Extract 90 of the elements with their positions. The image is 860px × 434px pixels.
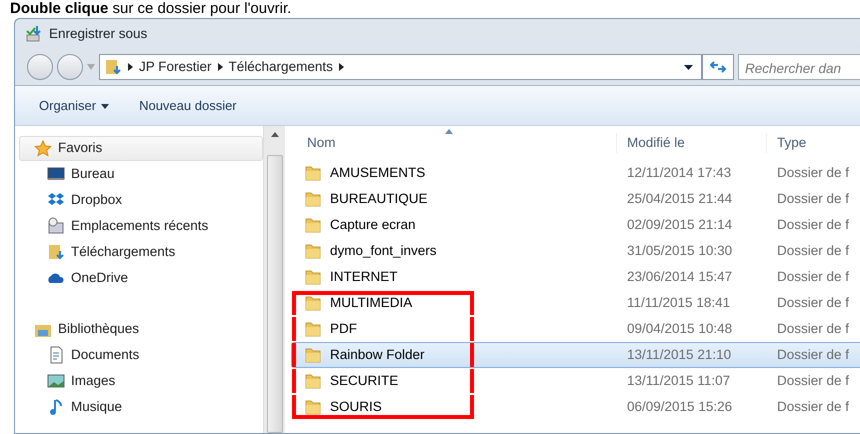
file-row[interactable]: AMUSEMENTS 12/11/2014 17:43 Dossier de f <box>291 160 860 186</box>
sidebar-group-header[interactable]: Favoris <box>19 136 263 161</box>
history-dropdown-icon[interactable] <box>87 64 95 70</box>
sidebar-item[interactable]: Images <box>19 368 263 394</box>
address-bar[interactable]: JP Forestier Téléchargements <box>99 54 702 80</box>
sidebar-item[interactable]: Dropbox <box>19 187 263 213</box>
column-header[interactable]: Modifié le <box>616 132 766 154</box>
modified-date: 25/04/2015 21:44 <box>626 190 734 208</box>
monitor-icon <box>47 165 65 183</box>
sidebar-item[interactable]: Documents <box>19 342 263 368</box>
breadcrumb-item[interactable]: JP Forestier <box>139 56 212 78</box>
file-name: SOURIS <box>330 398 382 416</box>
folder-icon <box>304 190 322 208</box>
back-button[interactable] <box>27 54 53 80</box>
modified-date: 02/09/2015 21:14 <box>626 216 734 234</box>
modified-date: 31/05/2015 10:30 <box>626 242 734 260</box>
modified-date: 11/11/2015 18:41 <box>626 294 732 312</box>
toolbar-button[interactable]: Nouveau dossier <box>135 94 241 118</box>
recent-places-icon <box>47 217 65 235</box>
search-field[interactable]: Rechercher dan <box>738 54 860 80</box>
file-row[interactable]: BUREAUTIQUE 25/04/2015 21:44 Dossier de f <box>291 186 860 212</box>
save-icon <box>25 25 43 43</box>
file-name: SECURITE <box>330 372 398 390</box>
file-row[interactable]: INTERNET 23/06/2014 15:47 Dossier de f <box>291 264 860 290</box>
modified-date: 12/11/2014 17:43 <box>626 164 732 182</box>
file-type: Dossier de f <box>776 242 850 260</box>
modified-date: 13/11/2015 21:10 <box>626 346 732 364</box>
file-name: MULTIMEDIA <box>330 294 412 312</box>
refresh-icon[interactable] <box>709 60 727 74</box>
file-row[interactable]: SECURITE 13/11/2015 11:07 Dossier de f <box>291 368 860 394</box>
file-row[interactable]: MULTIMEDIA 11/11/2015 18:41 Dossier de f <box>291 290 860 316</box>
folder-icon <box>304 320 322 338</box>
folder-icon <box>304 294 322 312</box>
dropdown-icon <box>684 64 693 70</box>
file-row[interactable]: dymo_font_invers 31/05/2015 10:30 Dossier de f <box>291 238 860 264</box>
sidebar-item[interactable]: Téléchargements <box>19 239 263 265</box>
folder-icon <box>304 346 322 364</box>
image-icon <box>47 372 65 390</box>
folder-icon <box>304 216 322 234</box>
file-type: Dossier de f <box>776 346 850 364</box>
modified-date: 23/06/2014 15:47 <box>626 268 734 286</box>
caption-text: Double clique sur ce dossier pour l'ouvrir. <box>9 0 292 18</box>
star-icon <box>34 140 52 158</box>
file-type: Dossier de f <box>776 372 850 390</box>
file-type: Dossier de f <box>776 216 850 234</box>
forward-button[interactable] <box>57 54 83 80</box>
scroll-up-icon[interactable] <box>270 132 278 137</box>
folder-icon <box>304 268 322 286</box>
chevron-icon <box>128 63 133 71</box>
file-name: AMUSEMENTS <box>330 164 426 182</box>
modified-date: 06/09/2015 15:26 <box>626 398 734 416</box>
file-type: Dossier de f <box>776 294 850 312</box>
chevron-icon <box>338 63 344 71</box>
chevron-icon <box>218 63 223 71</box>
folder-download-icon <box>47 243 65 261</box>
modified-date: 13/11/2015 11:07 <box>626 372 732 390</box>
file-name: Capture ecran <box>330 216 416 234</box>
file-type: Dossier de f <box>776 268 850 286</box>
file-name: Rainbow Folder <box>330 346 425 364</box>
sidebar-group-header[interactable]: Bibliothèques <box>19 317 263 342</box>
column-header[interactable]: Type <box>766 132 860 154</box>
sort-arrow-icon <box>445 129 453 134</box>
file-type: Dossier de f <box>776 190 850 208</box>
window-title: Enregistrer sous <box>49 24 148 43</box>
folder-icon <box>304 398 322 416</box>
file-row[interactable]: Capture ecran 02/09/2015 21:14 Dossier de f <box>291 212 860 238</box>
scrollbar-thumb[interactable] <box>266 155 282 433</box>
file-name: dymo_font_invers <box>330 242 437 260</box>
folder-icon <box>304 164 322 182</box>
file-name: PDF <box>330 320 357 338</box>
sidebar-item[interactable]: OneDrive <box>19 265 263 291</box>
file-name: INTERNET <box>330 268 398 286</box>
sidebar-item[interactable]: Emplacements récents <box>19 213 263 239</box>
column-header[interactable]: Nom <box>291 132 616 154</box>
file-row[interactable]: Rainbow Folder 13/11/2015 21:10 Dossier de f <box>291 342 860 368</box>
file-row[interactable]: SOURIS 06/09/2015 15:26 Dossier de f <box>291 394 860 420</box>
file-type: Dossier de f <box>776 398 850 416</box>
folder-icon <box>304 372 322 390</box>
sidebar-item[interactable]: Bureau <box>19 161 263 187</box>
file-type: Dossier de f <box>776 164 850 182</box>
modified-date: 09/04/2015 10:48 <box>626 320 734 338</box>
file-name: BUREAUTIQUE <box>330 190 428 208</box>
file-type: Dossier de f <box>776 320 850 338</box>
breadcrumb-item[interactable]: Téléchargements <box>228 56 333 78</box>
folder-download-icon <box>104 58 122 76</box>
music-note-icon <box>47 398 65 416</box>
toolbar-button[interactable]: Organiser <box>35 94 114 118</box>
folder-icon <box>304 242 322 260</box>
caret-icon <box>101 104 110 109</box>
sidebar-item[interactable]: Musique <box>19 394 263 420</box>
